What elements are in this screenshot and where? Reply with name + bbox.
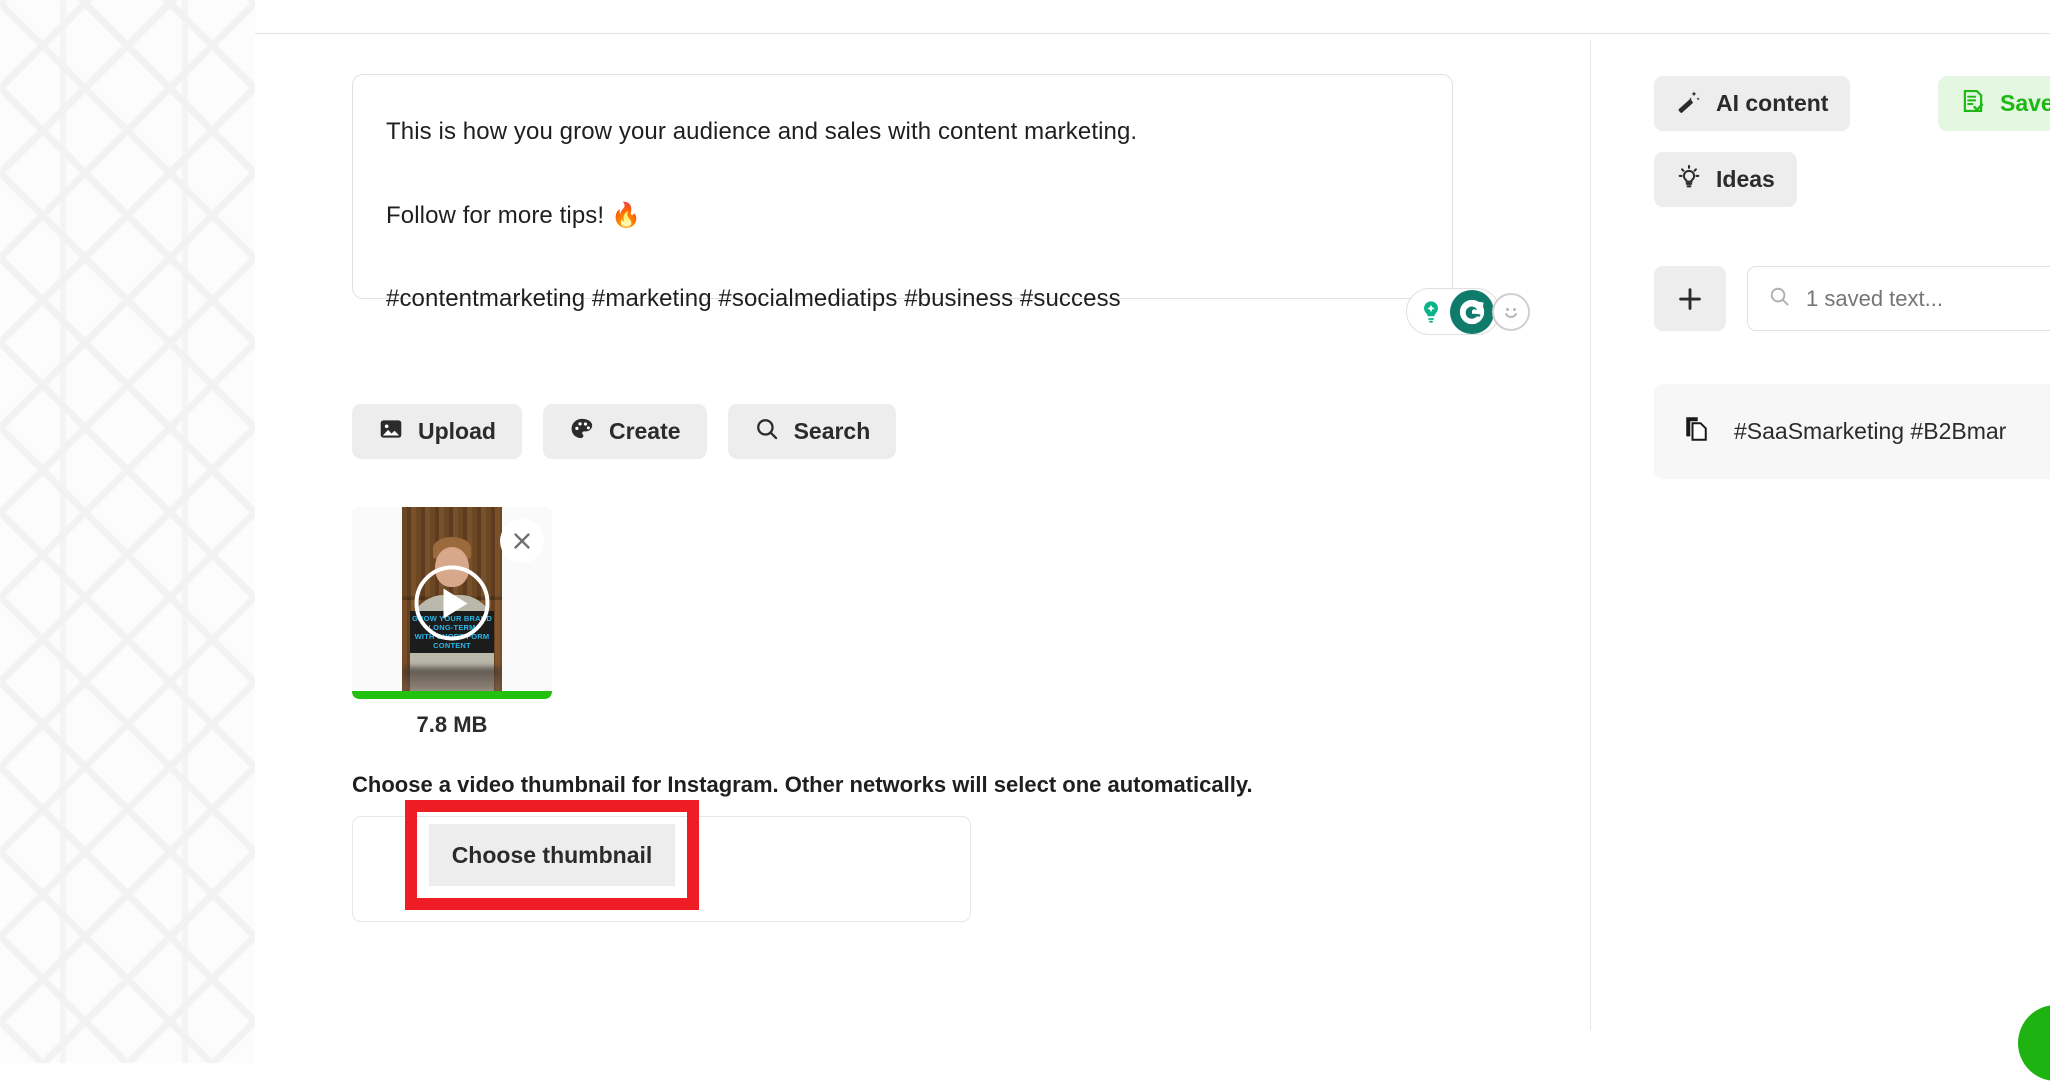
editor-line-2: Follow for more tips! 🔥: [386, 201, 641, 230]
choose-thumbnail-button[interactable]: Choose thumbnail: [429, 824, 675, 886]
composer-main-panel: This is how you grow your audience and s…: [255, 34, 1590, 1063]
post-text-editor[interactable]: This is how you grow your audience and s…: [352, 74, 1453, 299]
create-button-label: Create: [609, 418, 681, 445]
saved-text-search-field[interactable]: [1747, 266, 2050, 331]
plus-icon: [1675, 284, 1705, 314]
remove-media-button[interactable]: [500, 519, 544, 563]
upload-progress-bar: [352, 691, 552, 699]
play-icon[interactable]: [415, 566, 490, 641]
right-sidebar: AI content Saved te: [1591, 34, 2050, 1063]
search-button-label: Search: [794, 418, 871, 445]
saved-document-check-icon: [1960, 88, 1986, 120]
editor-assist-icons: [1406, 288, 1530, 335]
palette-icon: [569, 416, 595, 448]
search-input[interactable]: [1806, 286, 2046, 312]
copy-icon: [1682, 414, 1712, 449]
list-item[interactable]: #SaaSmarketing #B2Bmar: [1654, 384, 2050, 479]
ideas-label: Ideas: [1716, 166, 1775, 193]
saved-item-text: #SaaSmarketing #B2Bmar: [1734, 418, 2006, 445]
saved-text-label: Saved te: [2000, 90, 2050, 117]
magic-wand-icon: [1676, 88, 1702, 120]
fire-emoji: 🔥: [611, 202, 641, 229]
editor-line-1: This is how you grow your audience and s…: [386, 118, 1137, 146]
ai-lightbulb-icon[interactable]: [1412, 293, 1450, 331]
video-blurred-strip: [402, 667, 502, 693]
add-saved-text-button[interactable]: [1654, 266, 1726, 331]
grammarly-icon[interactable]: [1450, 290, 1494, 334]
ai-content-label: AI content: [1716, 90, 1828, 117]
upload-button[interactable]: Upload: [352, 404, 522, 459]
lightbulb-icon: [1676, 164, 1702, 196]
decorative-background-pattern: [0, 0, 255, 1063]
close-icon: [510, 529, 534, 553]
assist-pill: [1406, 288, 1500, 335]
editor-line-3-hashtags: #contentmarketing #marketing #socialmedi…: [386, 285, 1121, 313]
uploaded-video-card[interactable]: GROW YOUR BRAND LONG-TERM WITH SHORT-FOR…: [352, 507, 552, 699]
search-icon: [754, 416, 780, 448]
support-chat-button[interactable]: [2018, 1005, 2050, 1081]
image-icon: [378, 416, 404, 448]
file-size-label: 7.8 MB: [352, 712, 552, 738]
saved-text-tab[interactable]: Saved te: [1938, 76, 2050, 131]
video-caption-line-4: CONTENT: [412, 641, 492, 650]
ai-content-button[interactable]: AI content: [1654, 76, 1850, 131]
ideas-button[interactable]: Ideas: [1654, 152, 1797, 207]
search-icon: [1768, 285, 1791, 313]
upload-button-label: Upload: [418, 418, 496, 445]
thumbnail-instruction-text: Choose a video thumbnail for Instagram. …: [352, 772, 1253, 798]
media-action-buttons: Upload Create Search: [352, 404, 896, 459]
search-button[interactable]: Search: [728, 404, 897, 459]
create-button[interactable]: Create: [543, 404, 707, 459]
emoji-picker-icon[interactable]: [1492, 293, 1530, 331]
